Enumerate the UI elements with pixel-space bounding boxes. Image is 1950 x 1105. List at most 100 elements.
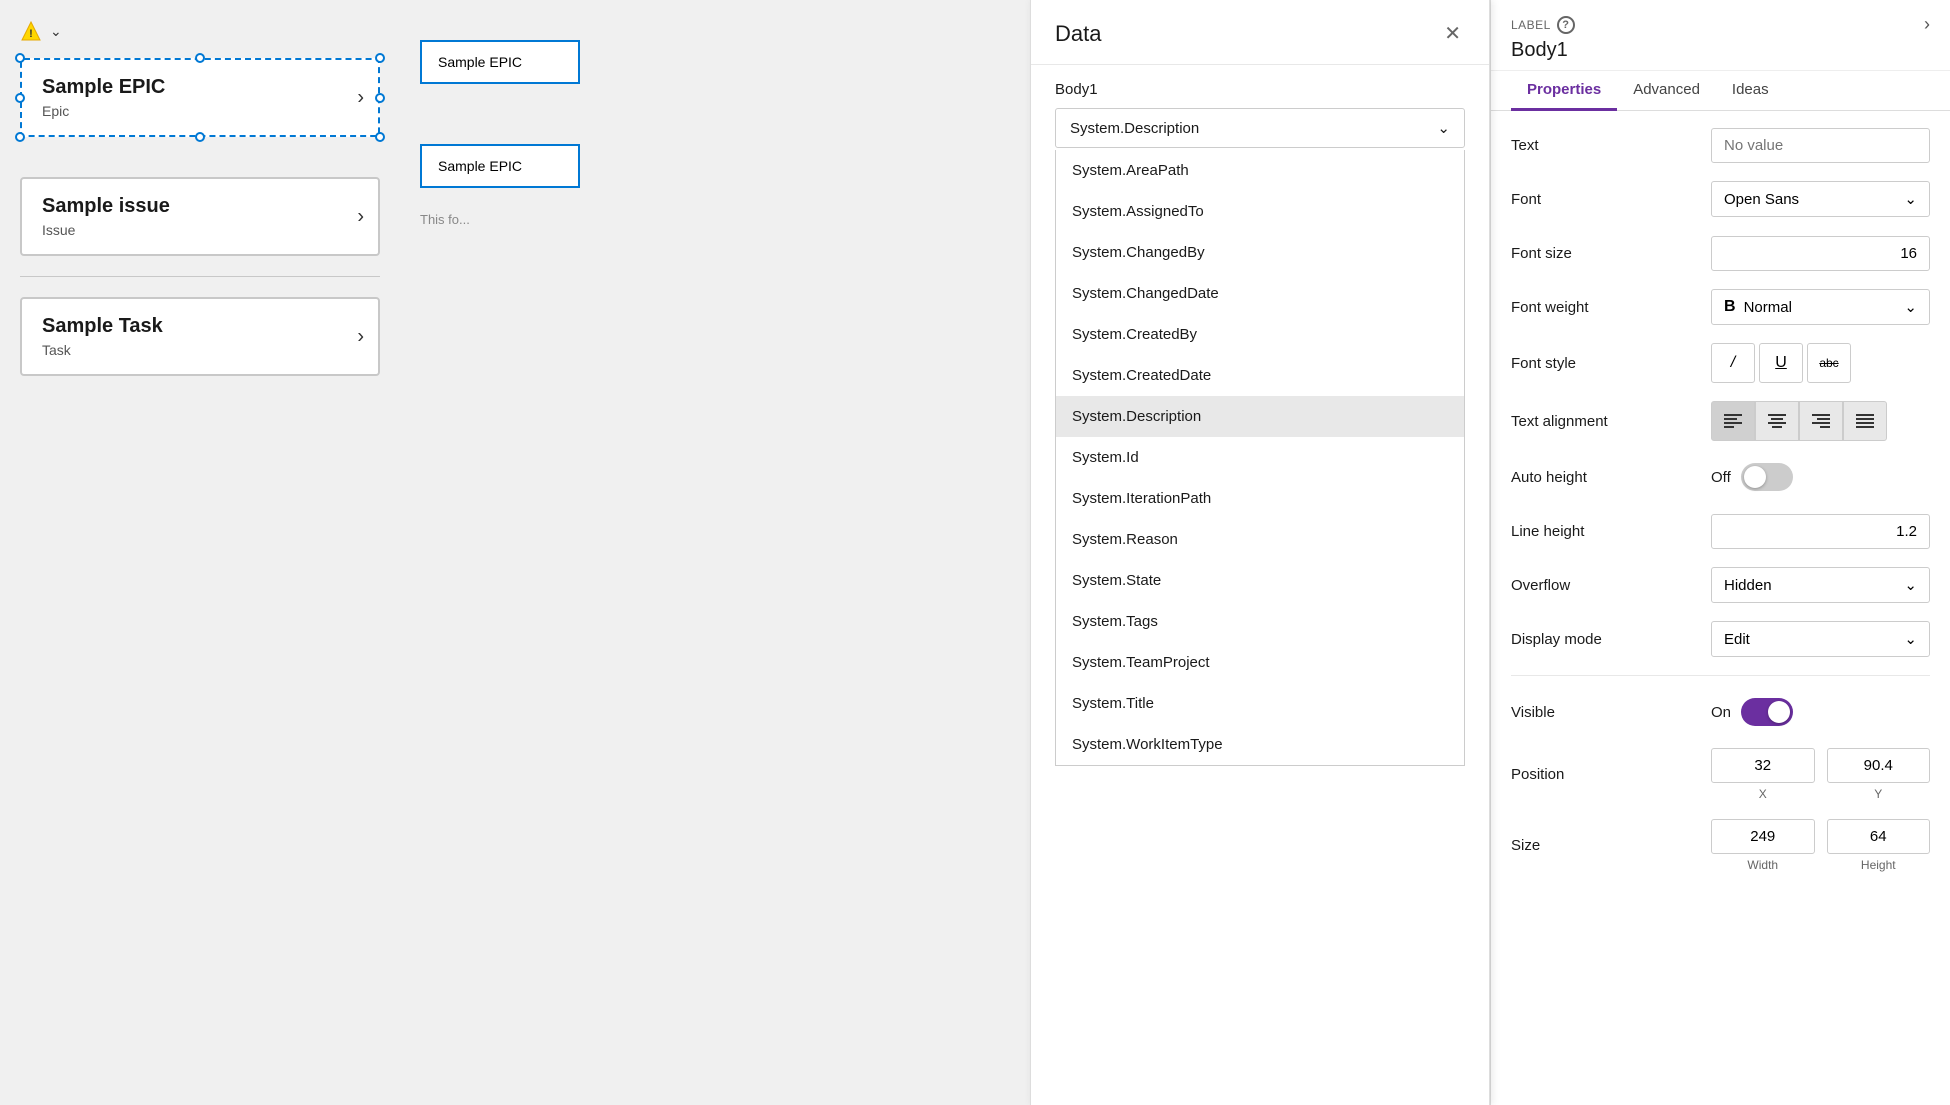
data-panel: Data ✕ Body1 System.Description ⌄ System… [1030,0,1490,1105]
visible-toggle-knob [1768,701,1790,723]
size-height-group: Height [1827,819,1931,872]
data-panel-close-button[interactable]: ✕ [1440,20,1465,48]
epic-card[interactable]: Sample EPIC Epic › [20,58,380,137]
prop-panel-label-row: LABEL ? › [1511,14,1930,35]
issue-card-subtitle: Issue [42,222,358,238]
data-panel-section-label: Body1 [1055,81,1465,98]
italic-button[interactable]: / [1711,343,1755,383]
tab-properties[interactable]: Properties [1511,71,1617,111]
overflow-select[interactable]: Hidden ⌄ [1711,567,1930,603]
text-alignment-property-control [1711,401,1930,441]
bold-icon: B [1724,298,1736,316]
tab-advanced[interactable]: Advanced [1617,71,1716,111]
position-x-input[interactable] [1711,748,1815,783]
text-property-row: Text [1511,127,1930,163]
handle-mr[interactable] [375,93,385,103]
font-style-property-row: Font style / U abc [1511,343,1930,383]
display-mode-value: Edit [1724,631,1750,648]
prop-divider [1511,675,1930,676]
size-inputs: Width Height [1711,819,1930,872]
display-mode-select[interactable]: Edit ⌄ [1711,621,1930,657]
handle-bl[interactable] [15,132,25,142]
handle-bm[interactable] [195,132,205,142]
dropdown-item-3[interactable]: System.ChangedDate [1056,273,1464,314]
text-alignment-property-label: Text alignment [1511,413,1711,430]
dropdown-item-4[interactable]: System.CreatedBy [1056,314,1464,355]
task-card[interactable]: Sample Task Task › [20,297,380,376]
font-select-chevron-icon: ⌄ [1904,190,1917,208]
align-center-button[interactable] [1755,401,1799,441]
dropdown-item-11[interactable]: System.Tags [1056,601,1464,642]
dropdown-item-1[interactable]: System.AssignedTo [1056,191,1464,232]
line-height-input[interactable] [1711,514,1930,549]
canvas-chevron-button[interactable]: ⌄ [50,23,62,40]
epic-card-subtitle: Epic [42,103,358,119]
canvas-area: ! ⌄ Sample EPIC Epic › Sample issue Issu… [0,0,1030,1105]
label-info-icon[interactable]: ? [1557,16,1575,34]
position-property-control: X Y [1711,748,1930,801]
strikethrough-button[interactable]: abc [1807,343,1851,383]
align-justify-button[interactable] [1843,401,1887,441]
visible-toggle[interactable] [1741,698,1793,726]
font-size-property-control [1711,236,1930,271]
position-y-label: Y [1874,787,1882,801]
underline-button[interactable]: U [1759,343,1803,383]
display-mode-property-control: Edit ⌄ [1711,621,1930,657]
font-style-group: / U abc [1711,343,1930,383]
issue-card[interactable]: Sample issue Issue › [20,177,380,256]
data-field-dropdown[interactable]: System.Description ⌄ [1055,108,1465,148]
dropdown-item-9[interactable]: System.Reason [1056,519,1464,560]
canvas-card-sm-1[interactable]: Sample EPIC [420,40,580,84]
canvas-placeholder: This fo... [420,204,580,227]
align-right-button[interactable] [1799,401,1843,441]
text-property-label: Text [1511,137,1711,154]
text-alignment-property-row: Text alignment [1511,401,1930,441]
dropdown-item-2[interactable]: System.ChangedBy [1056,232,1464,273]
dropdown-item-6[interactable]: System.Description [1056,396,1464,437]
dropdown-item-8[interactable]: System.IterationPath [1056,478,1464,519]
data-panel-header: Data ✕ [1031,0,1489,65]
epic-card-arrow: › [357,86,364,109]
overflow-property-control: Hidden ⌄ [1711,567,1930,603]
line-height-property-control [1711,514,1930,549]
align-left-button[interactable] [1711,401,1755,441]
auto-height-toggle-row: Off [1711,463,1930,491]
data-field-selected: System.Description [1070,120,1199,137]
svg-text:!: ! [29,28,33,40]
size-width-input[interactable] [1711,819,1815,854]
font-weight-select[interactable]: B Normal ⌄ [1711,289,1930,325]
font-property-row: Font Open Sans ⌄ [1511,181,1930,217]
dropdown-item-14[interactable]: System.WorkItemType [1056,724,1464,765]
font-property-label: Font [1511,191,1711,208]
dropdown-item-5[interactable]: System.CreatedDate [1056,355,1464,396]
font-size-input[interactable] [1711,236,1930,271]
task-card-arrow: › [357,325,364,348]
font-weight-property-row: Font weight B Normal ⌄ [1511,289,1930,325]
handle-ml[interactable] [15,93,25,103]
visible-toggle-row: On [1711,698,1930,726]
canvas-second-col: Sample EPIC Sample EPIC This fo... [420,40,580,227]
dropdown-item-13[interactable]: System.Title [1056,683,1464,724]
position-y-input[interactable] [1827,748,1931,783]
handle-tm[interactable] [195,53,205,63]
text-property-input[interactable] [1711,128,1930,163]
handle-tl[interactable] [15,53,25,63]
auto-height-toggle[interactable] [1741,463,1793,491]
dropdown-item-7[interactable]: System.Id [1056,437,1464,478]
font-property-control: Open Sans ⌄ [1711,181,1930,217]
tab-ideas[interactable]: Ideas [1716,71,1785,111]
dropdown-item-10[interactable]: System.State [1056,560,1464,601]
auto-height-property-control: Off [1711,463,1930,491]
handle-tr[interactable] [375,53,385,63]
dropdown-item-0[interactable]: System.AreaPath [1056,150,1464,191]
dropdown-item-12[interactable]: System.TeamProject [1056,642,1464,683]
handle-br[interactable] [375,132,385,142]
size-height-input[interactable] [1827,819,1931,854]
font-select[interactable]: Open Sans ⌄ [1711,181,1930,217]
prop-nav-arrow[interactable]: › [1924,14,1930,35]
overflow-property-row: Overflow Hidden ⌄ [1511,567,1930,603]
size-property-label: Size [1511,837,1711,854]
canvas-card-sm-2[interactable]: Sample EPIC [420,144,580,188]
auto-height-property-row: Auto height Off [1511,459,1930,495]
text-property-control [1711,128,1930,163]
